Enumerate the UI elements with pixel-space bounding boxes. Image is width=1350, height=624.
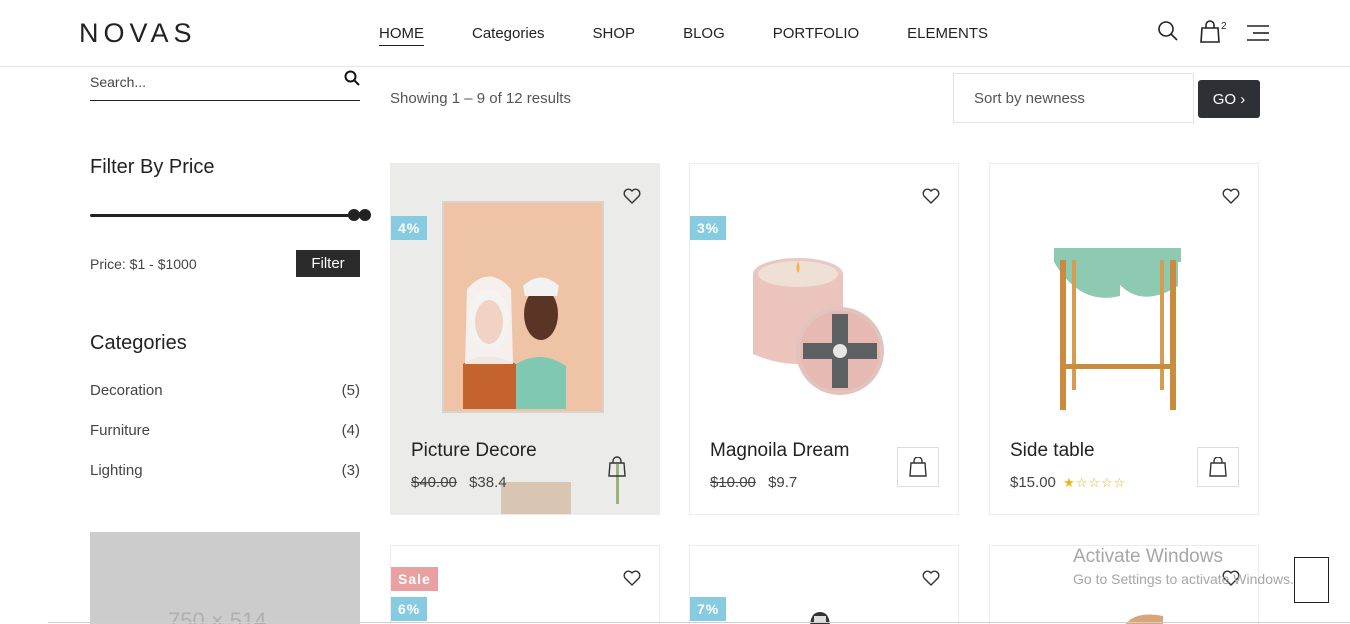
- add-to-cart-button[interactable]: [1197, 447, 1239, 487]
- bottom-divider: [48, 622, 1350, 623]
- wishlist-heart-icon[interactable]: [623, 188, 641, 209]
- product-card-side-table[interactable]: Side table $15.00 ★☆☆☆☆: [989, 163, 1259, 515]
- header: NOVAS HOME Categories SHOP BLOG PORTFOLI…: [0, 0, 1350, 67]
- old-price: $10.00: [710, 474, 756, 491]
- search-input[interactable]: [90, 70, 330, 94]
- category-count: (4): [341, 422, 360, 439]
- category-label: Furniture: [90, 422, 151, 439]
- category-item-lighting[interactable]: Lighting (3): [90, 462, 360, 479]
- product-name[interactable]: Magnoila Dream: [710, 440, 849, 462]
- product-name[interactable]: Side table: [1010, 440, 1095, 462]
- result-count: Showing 1 – 9 of 12 results: [390, 90, 571, 107]
- price-range-label: Price: $1 - $1000: [90, 256, 197, 272]
- discount-badge: 3%: [690, 216, 727, 240]
- add-to-cart-button[interactable]: [897, 447, 939, 487]
- product-card-picture-decore[interactable]: 4% Picture Decore $40.00 $38.4: [390, 163, 660, 515]
- wishlist-heart-icon[interactable]: [922, 570, 940, 591]
- shopping-bag-icon: [909, 457, 927, 477]
- go-button[interactable]: GO ›: [1198, 80, 1260, 118]
- discount-badge: 4%: [391, 216, 428, 240]
- nav-blog[interactable]: BLOG: [683, 25, 725, 46]
- product-price: $40.00 $38.4: [411, 474, 507, 491]
- category-count: (3): [341, 462, 360, 479]
- rating-stars: ★☆☆☆☆: [1063, 475, 1127, 490]
- nav-home[interactable]: HOME: [379, 25, 424, 46]
- sort-select[interactable]: Sort by newness: [953, 73, 1194, 123]
- shopping-bag-icon[interactable]: [1199, 20, 1221, 49]
- nav-categories[interactable]: Categories: [472, 25, 545, 46]
- shopping-bag-icon: [1209, 457, 1227, 477]
- nav-shop[interactable]: SHOP: [593, 25, 636, 46]
- scroll-to-top-button[interactable]: [1294, 557, 1329, 603]
- categories-title: Categories: [90, 332, 187, 354]
- category-label: Decoration: [90, 382, 163, 399]
- search-icon[interactable]: [1157, 20, 1179, 47]
- nav-portfolio[interactable]: PORTFOLIO: [773, 25, 859, 46]
- current-price: $9.7: [768, 474, 798, 491]
- product-name[interactable]: Picture Decore: [411, 440, 537, 462]
- wishlist-heart-icon[interactable]: [1222, 188, 1240, 209]
- old-price: $40.00: [411, 474, 457, 491]
- product-image-side-table: [1054, 248, 1181, 410]
- sale-badge: Sale: [391, 567, 438, 591]
- activate-windows-subtitle: Go to Settings to activate Windows.: [1073, 571, 1294, 587]
- category-label: Lighting: [90, 462, 143, 479]
- search-submit-icon[interactable]: [344, 70, 360, 91]
- activate-windows-title: Activate Windows: [1073, 546, 1223, 567]
- category-item-furniture[interactable]: Furniture (4): [90, 422, 360, 439]
- current-price: $15.00: [1010, 474, 1056, 491]
- cart-count-badge: 2: [1221, 21, 1227, 32]
- wishlist-heart-icon[interactable]: [623, 570, 641, 591]
- product-image-magnoila-dream: [753, 258, 884, 395]
- price-slider-track[interactable]: [90, 214, 360, 217]
- price-slider-max-handle[interactable]: [359, 209, 371, 221]
- discount-badge: 7%: [690, 597, 727, 621]
- nav-elements[interactable]: ELEMENTS: [907, 25, 988, 46]
- search-box: [90, 68, 360, 101]
- wishlist-heart-icon[interactable]: [922, 188, 940, 209]
- product-price: $15.00 ★☆☆☆☆: [1010, 474, 1126, 491]
- add-to-cart-bag-icon[interactable]: [607, 456, 627, 483]
- menu-icon[interactable]: [1247, 24, 1269, 47]
- product-card-row2-1[interactable]: Sale 6%: [390, 545, 660, 624]
- logo[interactable]: NOVAS: [79, 18, 197, 49]
- filter-by-price-title: Filter By Price: [90, 156, 215, 178]
- product-card-magnoila-dream[interactable]: 3% Magnoila Dream $10.00 $9.7: [689, 163, 959, 515]
- category-item-decoration[interactable]: Decoration (5): [90, 382, 360, 399]
- category-count: (5): [341, 382, 360, 399]
- current-price: $38.4: [469, 474, 507, 491]
- main-nav: HOME Categories SHOP BLOG PORTFOLIO ELEM…: [379, 25, 1036, 46]
- discount-badge: 6%: [391, 597, 428, 621]
- filter-button[interactable]: Filter: [296, 250, 360, 277]
- product-card-row2-2[interactable]: 7%: [689, 545, 959, 624]
- sidebar-banner-placeholder: 750 × 514: [90, 532, 360, 624]
- product-price: $10.00 $9.7: [710, 474, 797, 491]
